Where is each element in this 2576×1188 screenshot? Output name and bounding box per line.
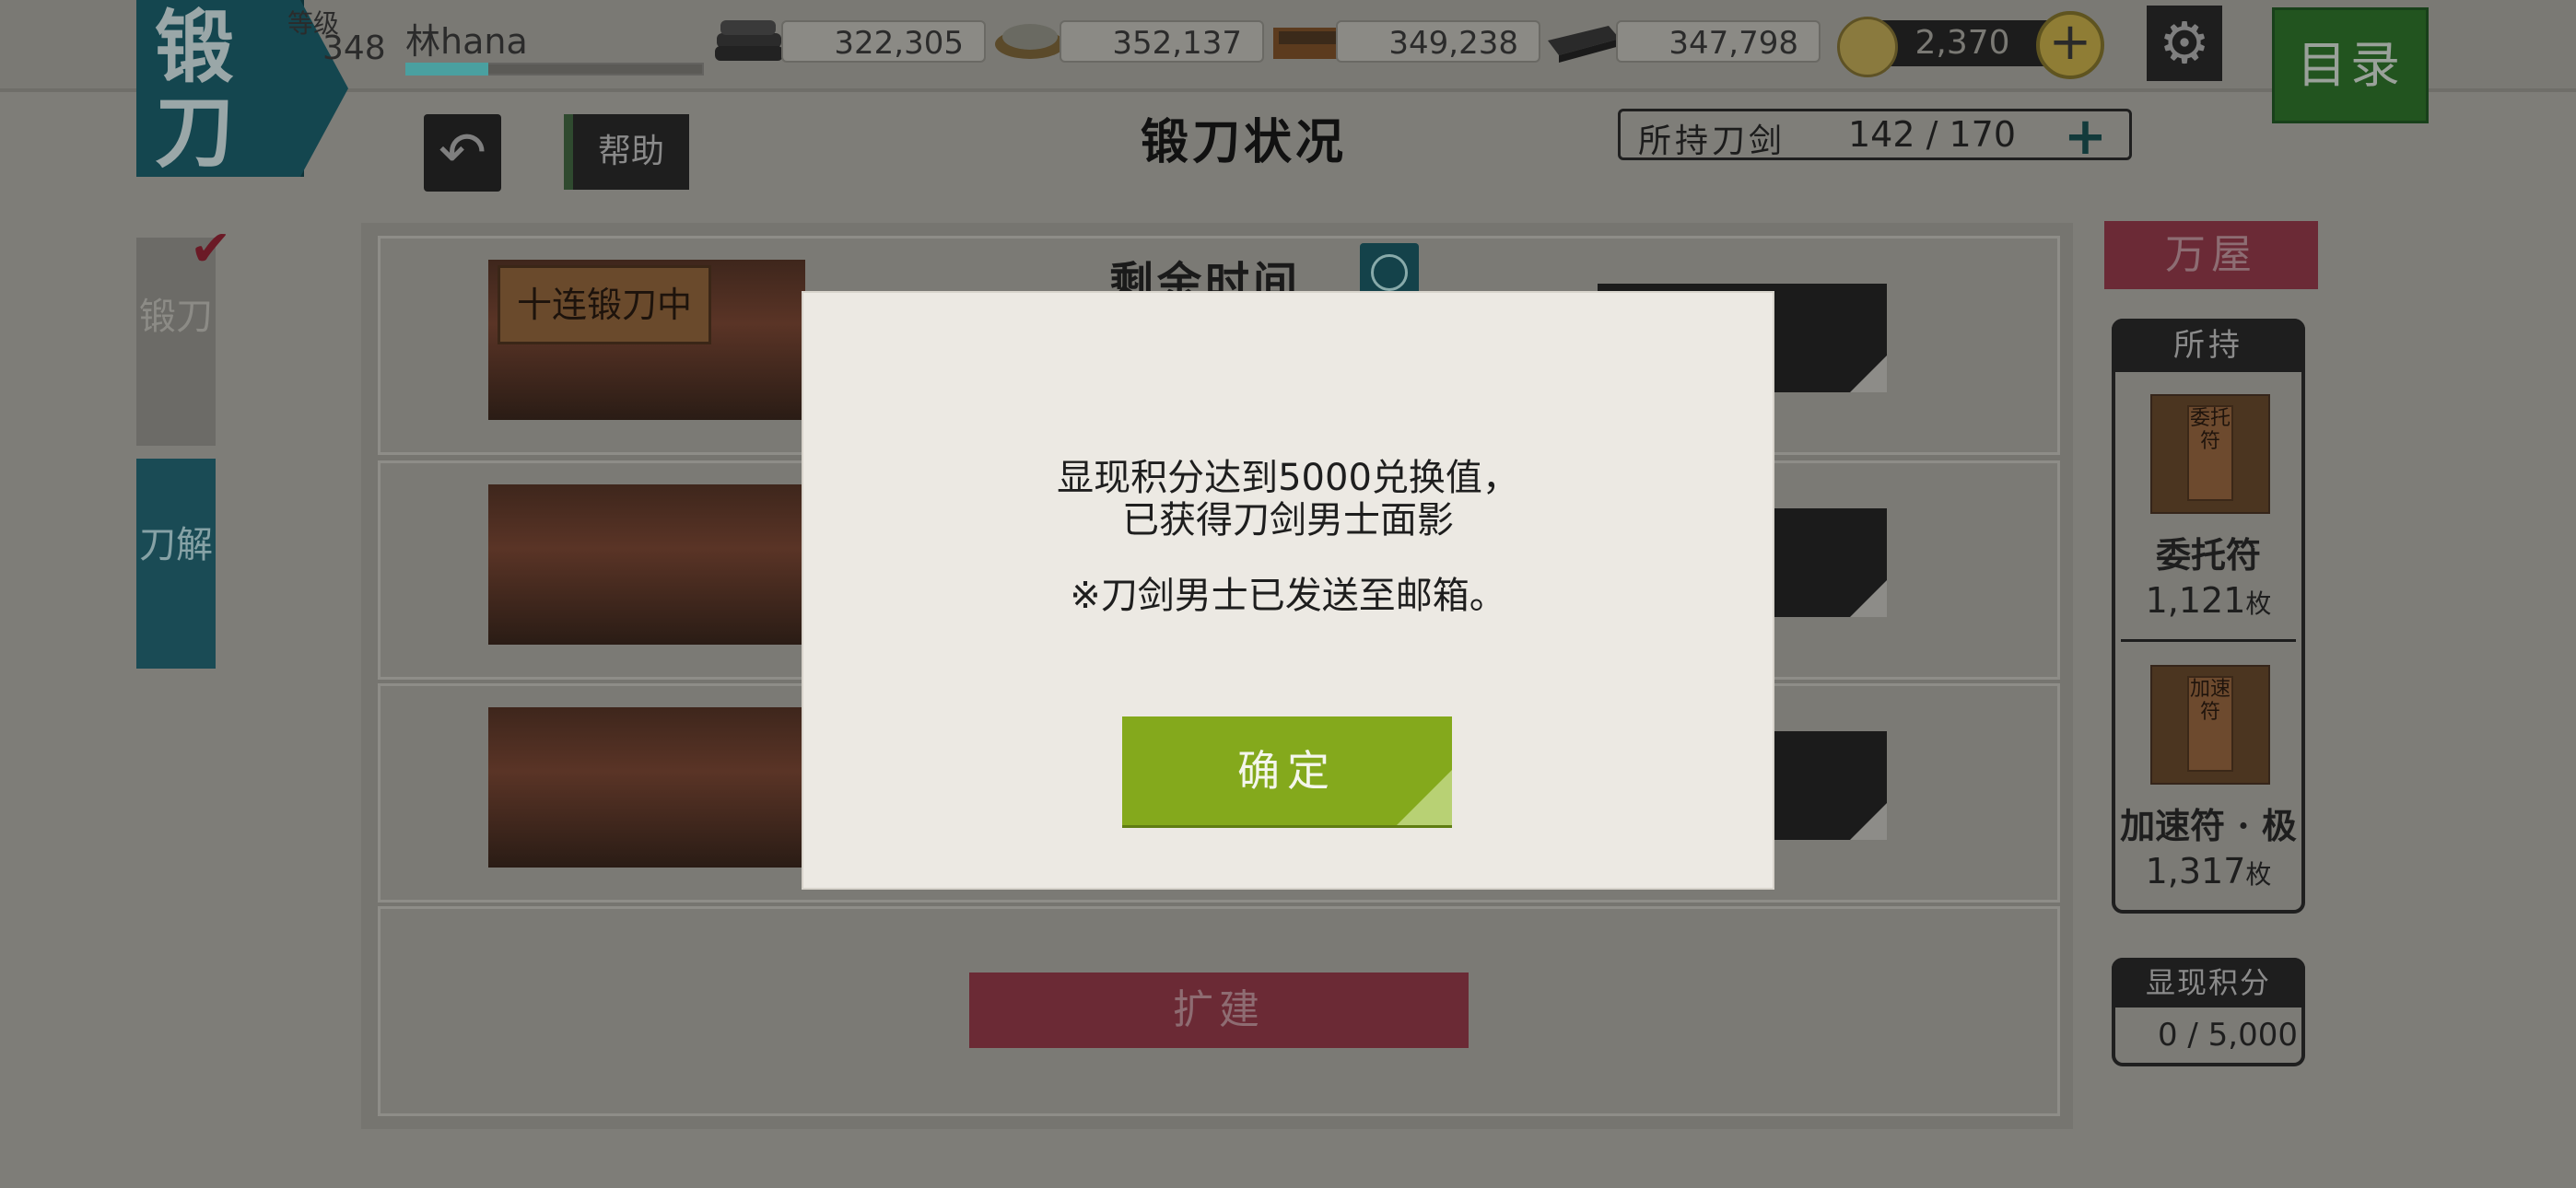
confirm-button[interactable]: 确定 (1122, 716, 1452, 825)
dialog-message-note: ※刀剑男士已发送至邮箱。 (1070, 575, 1506, 617)
dialog-message-line-2: 已获得刀剑男士面影 (1122, 499, 1454, 542)
